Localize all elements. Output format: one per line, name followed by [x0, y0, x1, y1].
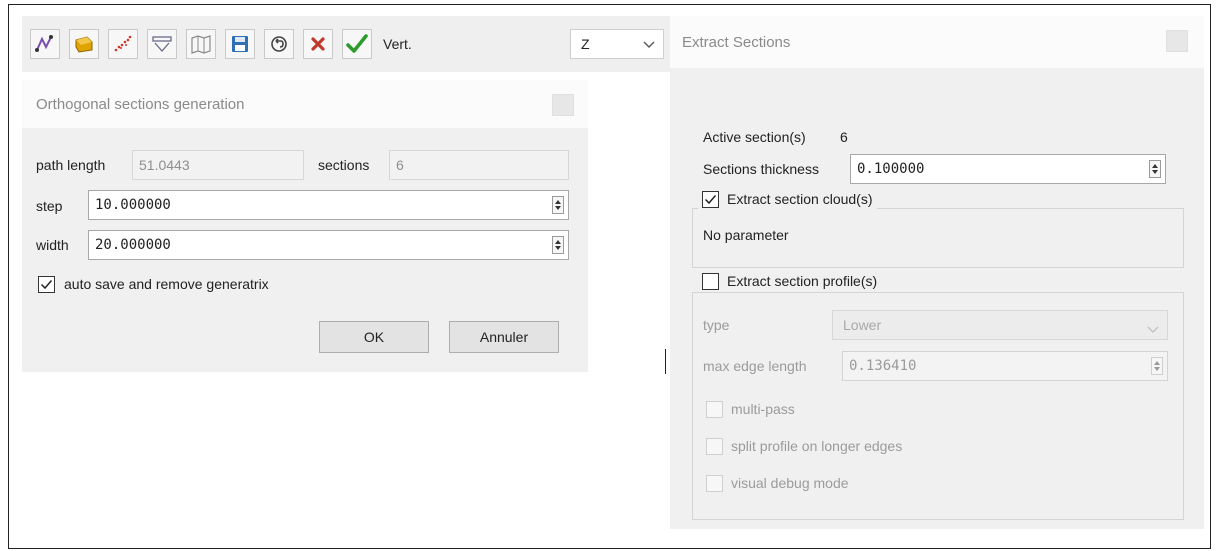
- close-button[interactable]: [552, 94, 574, 116]
- thickness-stepper[interactable]: [1149, 160, 1161, 178]
- import-icon: [73, 33, 95, 55]
- profile-group-legend: Extract section profile(s): [698, 270, 882, 292]
- path-length-field: 51.0443: [132, 150, 304, 180]
- cloud-group-legend: Extract section cloud(s): [698, 188, 877, 210]
- sections-count-field: 6: [389, 150, 569, 180]
- thickness-spinbox[interactable]: 0.100000: [850, 154, 1166, 184]
- validate-icon: [345, 32, 369, 56]
- chevron-down-icon: [643, 36, 655, 52]
- max-edge-value: 0.136410: [849, 358, 917, 374]
- ok-button[interactable]: OK: [319, 321, 429, 353]
- export-button[interactable]: [225, 29, 255, 59]
- max-edge-stepper[interactable]: [1151, 357, 1163, 375]
- no-parameter-text: No parameter: [703, 227, 789, 243]
- multipass-checkbox[interactable]: [706, 401, 723, 418]
- generate-sections-button[interactable]: [147, 29, 177, 59]
- point-cloud-button[interactable]: [108, 29, 138, 59]
- dialog-title: Orthogonal sections generation: [36, 95, 245, 113]
- split-profile-checkbox[interactable]: [706, 438, 723, 455]
- chevron-down-icon: [1147, 321, 1159, 337]
- active-sections-value: 6: [840, 129, 848, 145]
- section-icon: [151, 33, 173, 55]
- cancel-button[interactable]: [303, 29, 333, 59]
- text-cursor: [665, 349, 666, 374]
- path-length-label: path length: [36, 157, 106, 173]
- vertical-axis-select[interactable]: Z: [570, 29, 664, 59]
- save-icon: [229, 33, 251, 55]
- width-value: 20.000000: [95, 237, 171, 253]
- type-value: Lower: [843, 317, 882, 333]
- cancel-icon: [307, 33, 329, 55]
- step-label: step: [36, 198, 63, 214]
- polyline-tool-button[interactable]: [30, 29, 60, 59]
- thickness-label: Sections thickness: [703, 161, 819, 177]
- extract-profile-checkbox[interactable]: [702, 272, 719, 290]
- split-profile-label: split profile on longer edges: [731, 438, 903, 454]
- dialog-body: path length 51.0443 sections 6 step 10.0…: [22, 128, 588, 372]
- close-button[interactable]: [1166, 30, 1188, 52]
- vert-label: Vert.: [383, 36, 412, 52]
- dialog-titlebar: Extract Sections: [670, 16, 1204, 68]
- axis-value: Z: [581, 36, 590, 52]
- undo-icon: [268, 33, 290, 55]
- active-sections-label: Active section(s): [703, 129, 806, 145]
- undo-button[interactable]: [264, 29, 294, 59]
- type-select[interactable]: Lower: [832, 310, 1168, 340]
- unfold-button[interactable]: [186, 29, 216, 59]
- orthogonal-sections-dialog: Orthogonal sections generation path leng…: [22, 80, 588, 372]
- points-icon: [112, 33, 134, 55]
- dialog-titlebar: Orthogonal sections generation: [22, 80, 588, 128]
- section-toolbar: Vert. Z: [22, 16, 670, 72]
- thickness-value: 0.100000: [857, 161, 925, 177]
- sections-label: sections: [318, 157, 370, 173]
- import-polyline-button[interactable]: [69, 29, 99, 59]
- polyline-icon: [34, 33, 56, 55]
- auto-save-checkbox[interactable]: [38, 276, 55, 293]
- visual-debug-checkbox[interactable]: [706, 475, 723, 492]
- width-stepper[interactable]: [552, 236, 564, 254]
- extract-cloud-label: Extract section cloud(s): [727, 191, 873, 207]
- step-stepper[interactable]: [552, 196, 564, 214]
- dialog-title: Extract Sections: [682, 33, 791, 51]
- multipass-label: multi-pass: [731, 401, 795, 417]
- auto-save-label: auto save and remove generatrix: [64, 276, 269, 292]
- type-label: type: [703, 317, 730, 333]
- extract-sections-dialog: Extract Sections Active section(s) 6 Sec…: [670, 16, 1204, 529]
- max-edge-label: max edge length: [703, 358, 807, 374]
- unfold-icon: [190, 33, 212, 55]
- width-label: width: [36, 237, 69, 253]
- step-value: 10.000000: [95, 197, 171, 213]
- checkmark-icon: [704, 194, 717, 204]
- width-spinbox[interactable]: 20.000000: [88, 230, 569, 260]
- extract-cloud-checkbox[interactable]: [702, 190, 719, 208]
- max-edge-spinbox[interactable]: 0.136410: [842, 351, 1168, 381]
- extract-profile-label: Extract section profile(s): [727, 273, 878, 289]
- visual-debug-label: visual debug mode: [731, 475, 849, 491]
- validate-button[interactable]: [342, 29, 372, 59]
- step-spinbox[interactable]: 10.000000: [88, 190, 569, 220]
- checkmark-icon: [40, 280, 53, 290]
- annuler-button[interactable]: Annuler: [449, 321, 559, 353]
